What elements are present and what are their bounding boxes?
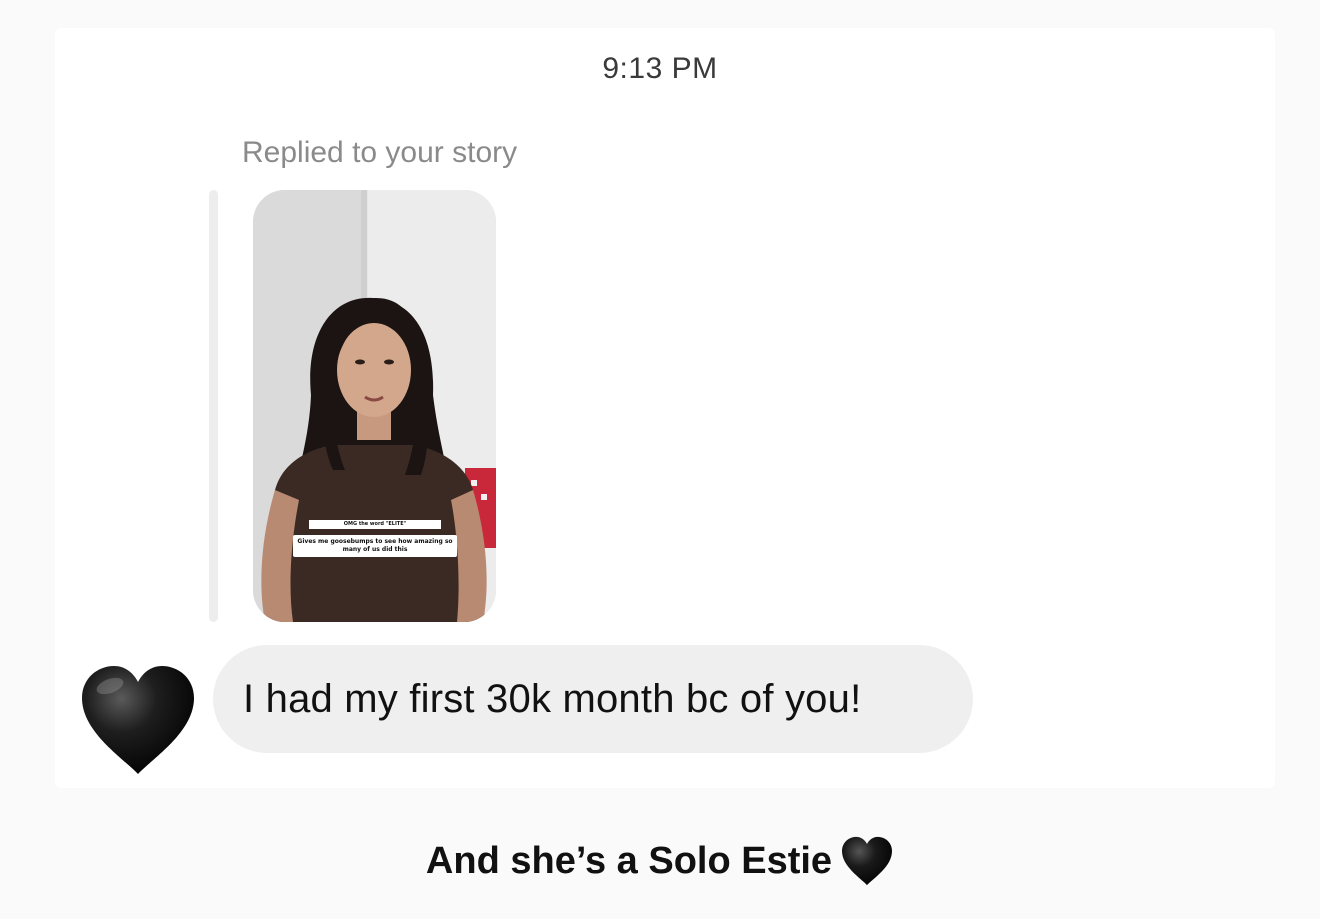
story-reply-label: Replied to your story (242, 136, 518, 169)
story-photo (253, 190, 496, 622)
message-bubble[interactable]: I had my first 30k month bc of you! (213, 645, 973, 753)
reply-indicator-bar (209, 190, 218, 622)
caption-text: And she’s a Solo Estie (425, 839, 833, 882)
overlay-caption: And she’s a Solo Estie (0, 836, 1320, 886)
story-caption: Gives me goosebumps to see how amazing s… (293, 535, 457, 557)
avatar-heart-graphic (82, 666, 194, 774)
story-top-caption: OMG the word "ELITE" (309, 520, 441, 529)
black-heart-icon (840, 836, 894, 886)
message-text: I had my first 30k month bc of you! (243, 676, 862, 721)
story-thumbnail[interactable]: OMG the word "ELITE" Gives me goosebumps… (253, 190, 496, 622)
black-heart-icon[interactable] (78, 662, 198, 782)
message-timestamp: 9:13 PM (602, 52, 718, 85)
caption-heart-graphic (842, 836, 893, 886)
